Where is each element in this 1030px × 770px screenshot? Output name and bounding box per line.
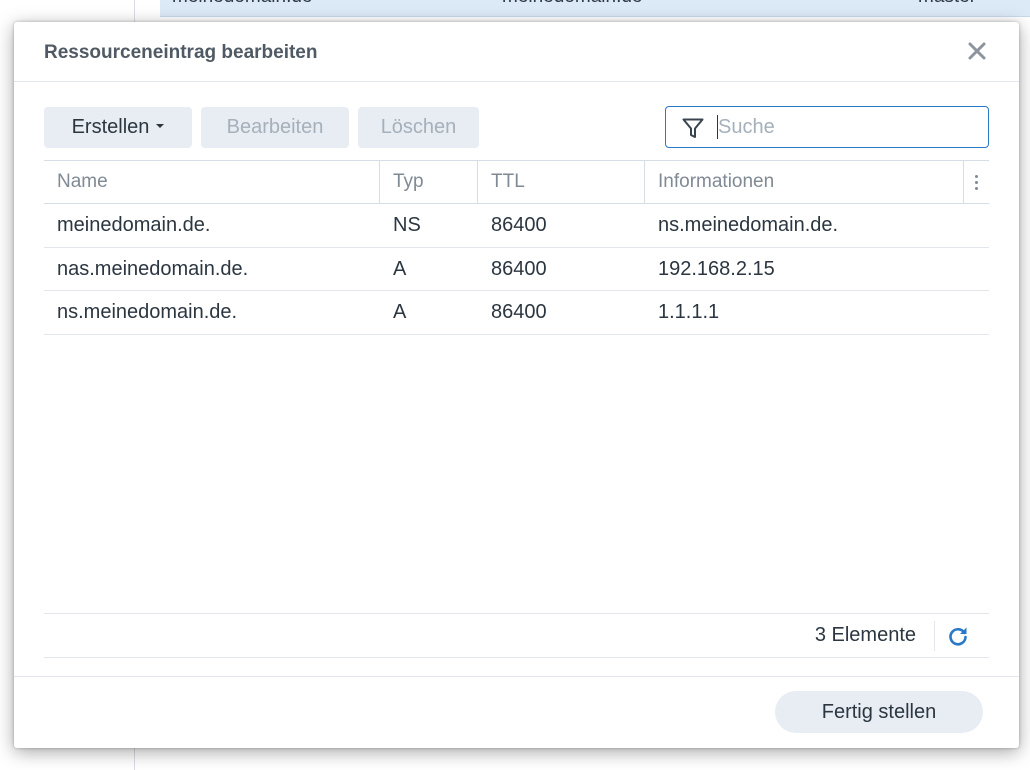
cell-type: A: [393, 257, 407, 280]
dialog-footer: Fertig stellen: [14, 676, 1019, 749]
search-field[interactable]: [665, 106, 989, 148]
column-header-name[interactable]: Name: [44, 161, 380, 203]
edit-resource-record-dialog: Ressourceneintrag bearbeiten Erstellen B…: [14, 22, 1019, 748]
cell-ttl: 86400: [491, 301, 547, 323]
table-row[interactable]: ns.meinedomain.de. A 86400 1.1.1.1: [44, 291, 989, 335]
more-vertical-icon: [975, 175, 978, 178]
delete-button[interactable]: Löschen: [358, 107, 479, 148]
close-icon: [968, 42, 986, 60]
footer-divider: [934, 621, 935, 651]
records-table: Name Typ TTL Informationen meinedomain.d…: [44, 160, 989, 335]
cell-type: A: [393, 301, 407, 323]
cell-name: ns.meinedomain.de.: [57, 301, 238, 323]
column-header-information[interactable]: Informationen: [645, 161, 964, 203]
chevron-down-icon: [156, 124, 165, 129]
background-row-cell: meinedomain.de: [502, 0, 642, 8]
search-input[interactable]: [714, 113, 978, 141]
create-button-label: Erstellen: [71, 116, 150, 138]
cell-ttl: 86400: [491, 214, 547, 236]
background-selected-row: meinedomain.de meinedomain.de master: [160, 0, 1030, 17]
table-footer: 3 Elemente: [44, 613, 989, 658]
more-vertical-icon-dot: [975, 187, 978, 190]
table-header: Name Typ TTL Informationen: [44, 160, 989, 204]
edit-button[interactable]: Bearbeiten: [201, 107, 349, 148]
close-button[interactable]: [965, 39, 989, 63]
table-row[interactable]: meinedomain.de. NS 86400 ns.meinedomain.…: [44, 204, 989, 248]
done-button[interactable]: Fertig stellen: [775, 691, 983, 733]
cell-name: meinedomain.de.: [57, 214, 211, 236]
cell-information: ns.meinedomain.de.: [658, 214, 839, 236]
cell-ttl: 86400: [491, 257, 547, 280]
refresh-button[interactable]: [946, 624, 970, 648]
cell-name: nas.meinedomain.de.: [57, 257, 249, 280]
more-vertical-icon-dot: [975, 181, 978, 184]
filter-icon: [682, 118, 704, 138]
text-cursor: [717, 115, 718, 139]
refresh-icon: [949, 627, 967, 646]
cell-information: 1.1.1.1: [658, 301, 720, 323]
create-button[interactable]: Erstellen: [44, 107, 192, 148]
background-row-cell: master: [918, 0, 976, 8]
column-header-ttl[interactable]: TTL: [478, 161, 645, 203]
item-count: 3 Elemente: [814, 624, 916, 646]
table-row[interactable]: nas.meinedomain.de. A 86400 192.168.2.15: [44, 248, 989, 291]
dialog-header: Ressourceneintrag bearbeiten: [14, 22, 1019, 82]
dialog-title: Ressourceneintrag bearbeiten: [44, 42, 318, 63]
background-row-cell: meinedomain.de: [172, 0, 312, 8]
column-header-type[interactable]: Typ: [380, 161, 478, 203]
column-menu-button[interactable]: [964, 161, 989, 203]
cell-information: 192.168.2.15: [658, 257, 775, 280]
cell-type: NS: [393, 214, 421, 236]
